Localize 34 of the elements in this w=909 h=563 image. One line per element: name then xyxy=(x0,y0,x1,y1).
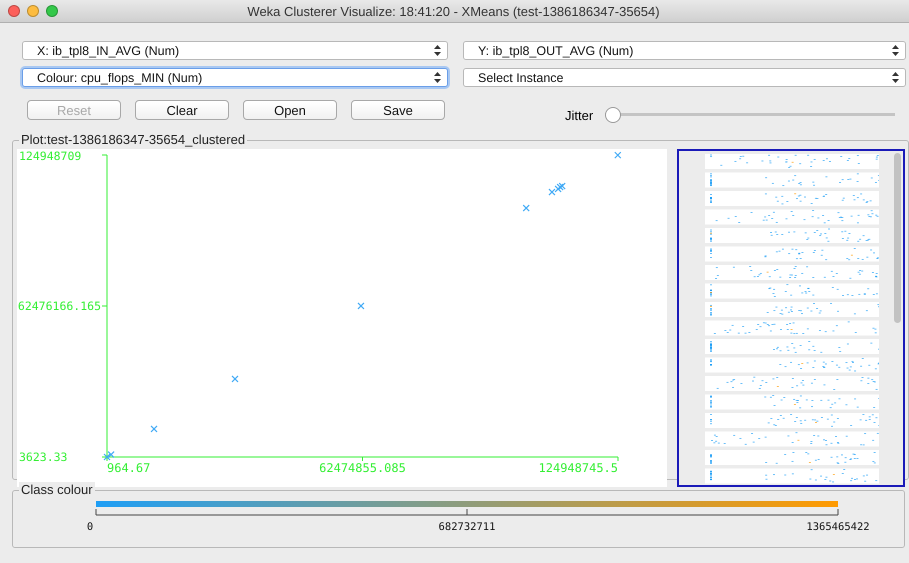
scale-label: 682732711 xyxy=(438,521,496,533)
window-title: Weka Clusterer Visualize: 18:41:20 - XMeans (test-1386186347-35654) xyxy=(246,4,661,18)
updown-icon xyxy=(892,45,899,56)
push-button[interactable]: Clear xyxy=(135,100,229,120)
close-button[interactable] xyxy=(8,5,20,17)
data-point xyxy=(150,425,158,433)
y-tick-label: 124948709 xyxy=(19,149,82,163)
updown-icon xyxy=(434,72,441,83)
minimize-button[interactable] xyxy=(27,5,39,17)
dropdown[interactable]: Colour: cpu_flops_MIN (Num) xyxy=(22,68,448,87)
dropdown[interactable]: Select Instance xyxy=(463,68,906,87)
scale-label: 1365465422 xyxy=(806,521,870,533)
data-point xyxy=(522,204,530,212)
y-tick-label: 62476166.165 xyxy=(18,299,101,313)
updown-icon xyxy=(434,45,441,56)
zoom-button[interactable] xyxy=(46,5,58,17)
dropdown[interactable]: Y: ib_tpl8_OUT_AVG (Num) xyxy=(463,41,906,60)
data-point xyxy=(614,152,622,159)
scrollbar-thumb[interactable] xyxy=(894,153,901,323)
y-tick-label: 3623.33 xyxy=(19,450,68,464)
x-tick-label: 964.67 xyxy=(107,461,150,475)
push-button[interactable]: Open xyxy=(243,100,337,120)
data-point xyxy=(231,375,239,383)
jitter-label: Jitter xyxy=(565,108,594,122)
dropdown[interactable]: X: ib_tpl8_IN_AVG (Num) xyxy=(22,41,448,60)
plot-title: Plot:test-1386186347-35654_clustered xyxy=(19,132,248,147)
class-colour-title: Class colour xyxy=(19,482,95,497)
x-tick-label: 124948745.5 xyxy=(538,461,618,475)
updown-icon xyxy=(892,72,899,83)
scale-label: 0 xyxy=(86,521,94,533)
push-button[interactable]: Save xyxy=(351,100,445,120)
x-tick-label: 62474855.085 xyxy=(319,461,406,475)
slider-thumb[interactable] xyxy=(605,107,622,123)
data-point xyxy=(357,302,365,310)
